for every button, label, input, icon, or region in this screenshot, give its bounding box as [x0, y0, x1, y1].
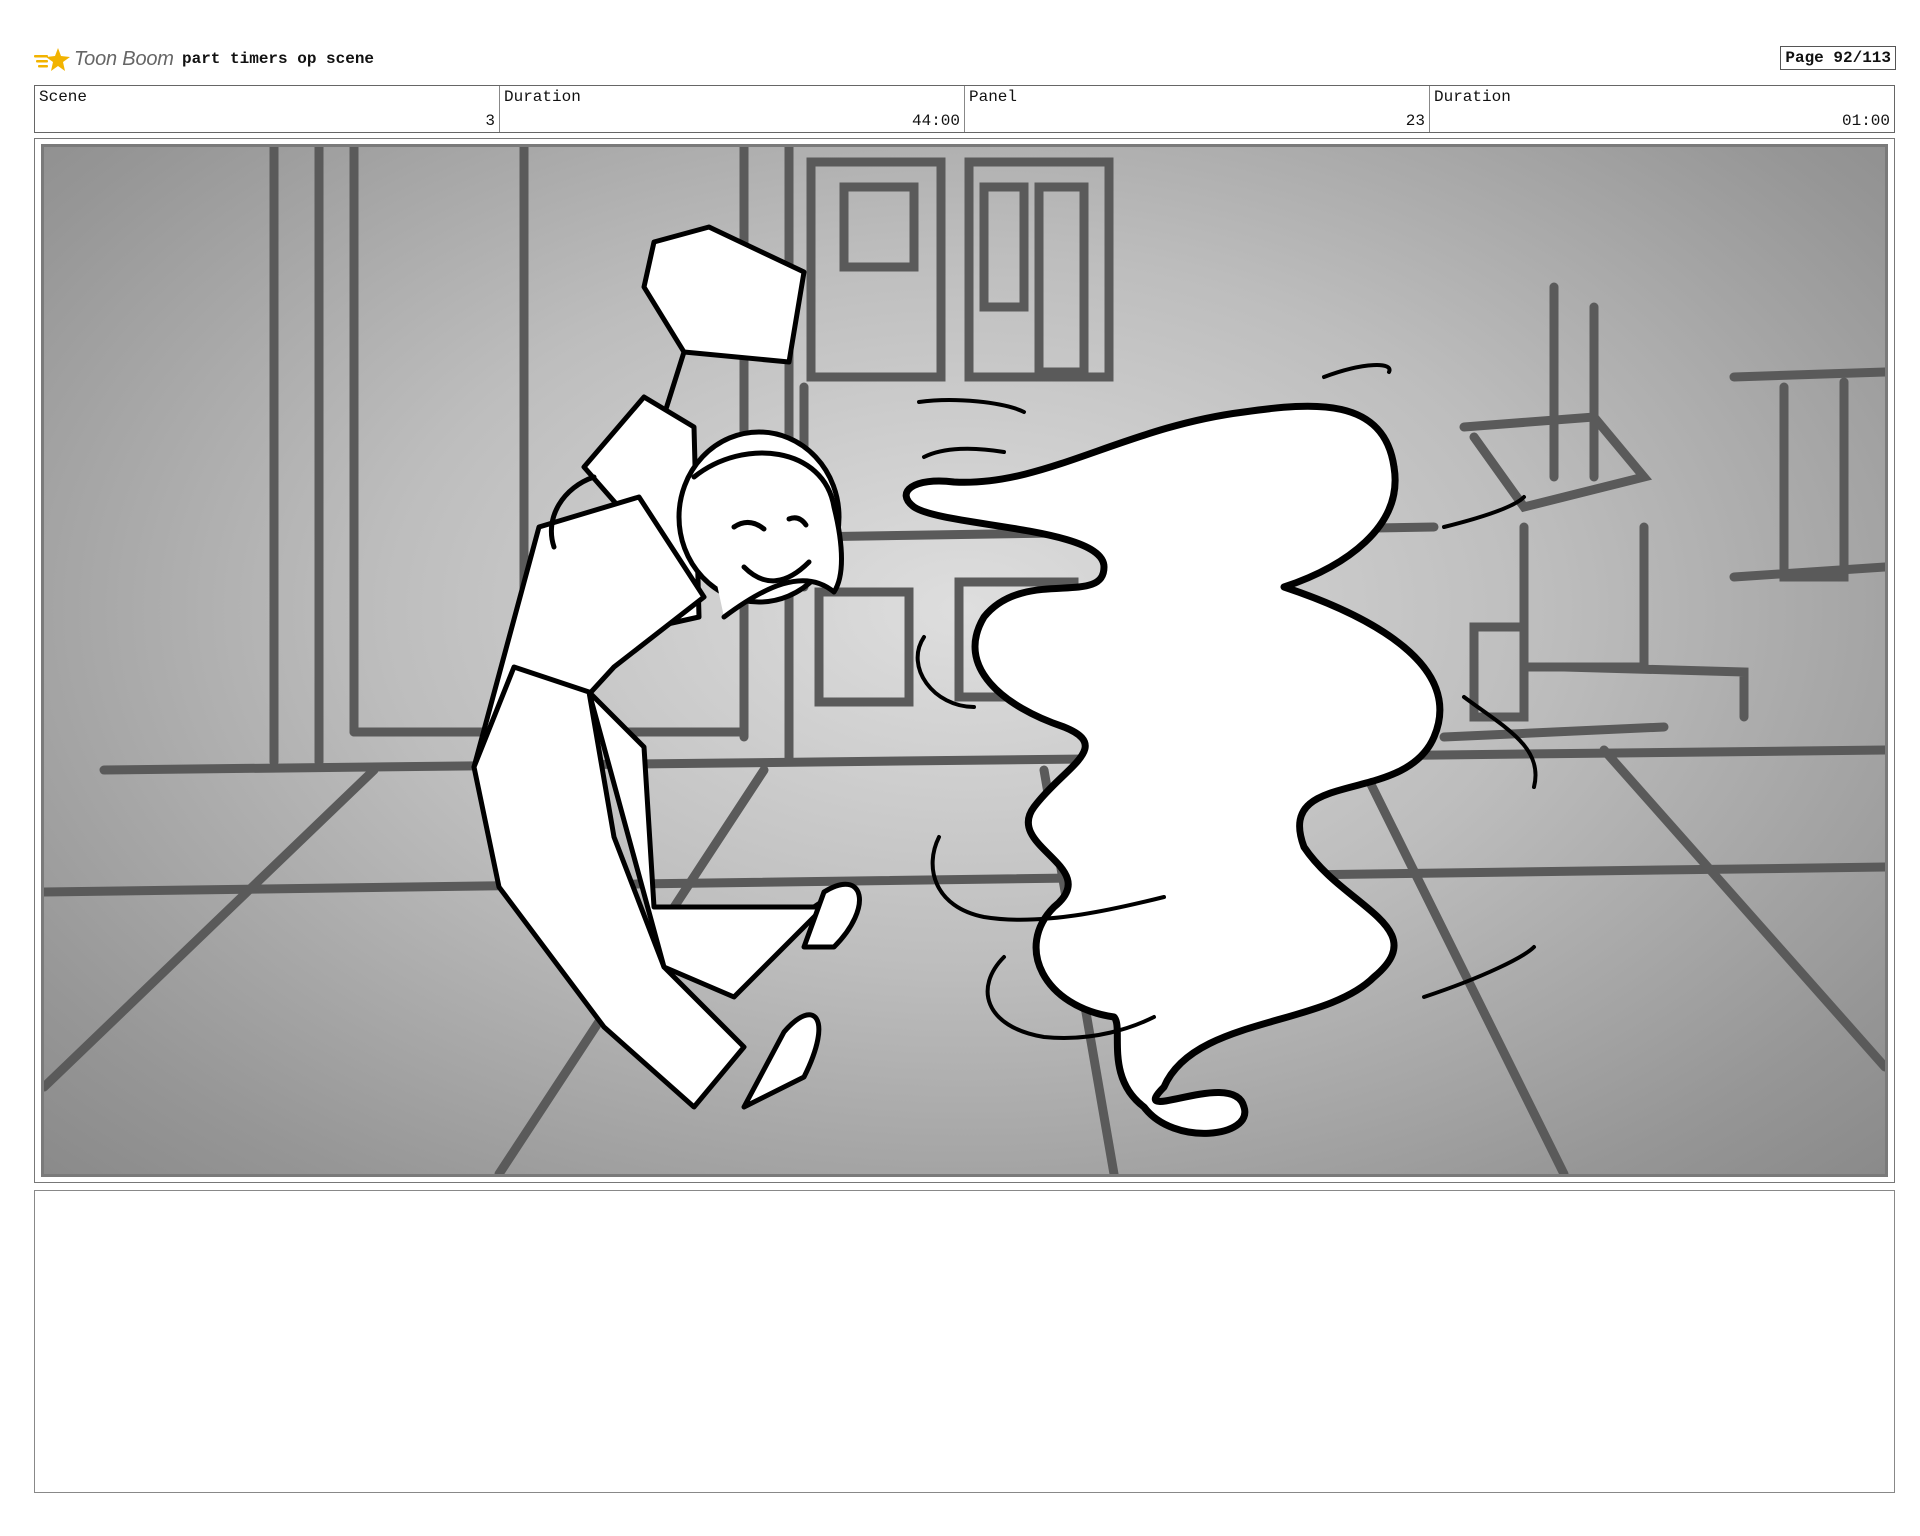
scene-cell: Scene 3: [35, 86, 499, 132]
page-number: Page 92/113: [1780, 46, 1896, 70]
panel-notes-box: [34, 1190, 1895, 1493]
scene-duration-value: 44:00: [911, 112, 960, 130]
scene-label: Scene: [39, 88, 88, 106]
girl-figure: [471, 224, 862, 1110]
storyboard-panel-frame: [34, 138, 1895, 1183]
scene-value: 3: [485, 112, 495, 130]
panel-label: Panel: [969, 88, 1018, 106]
panel-cell: Panel 23: [964, 86, 1429, 132]
whirlwind: [902, 402, 1444, 1137]
toon-boom-logo: Toon Boom: [34, 42, 174, 76]
panel-duration-value: 01:00: [1841, 112, 1890, 130]
sketch-drawing: [44, 147, 1885, 1174]
panel-duration-label: Duration: [1434, 88, 1511, 106]
toon-boom-star-icon: [34, 48, 70, 71]
panel-value: 23: [1405, 112, 1425, 130]
background-room-lines: [44, 147, 1885, 1174]
page-header: Toon Boom part timers op scene Page 92/1…: [34, 40, 1896, 80]
project-title: part timers op scene: [182, 50, 375, 68]
scene-duration-cell: Duration 44:00: [499, 86, 964, 132]
panel-duration-cell: Duration 01:00: [1429, 86, 1894, 132]
logo-text: Toon Boom: [74, 47, 174, 70]
scene-duration-label: Duration: [504, 88, 581, 106]
storyboard-sketch: [41, 144, 1888, 1177]
panel-info-row: Scene 3 Duration 44:00 Panel 23 Duration…: [34, 85, 1895, 133]
